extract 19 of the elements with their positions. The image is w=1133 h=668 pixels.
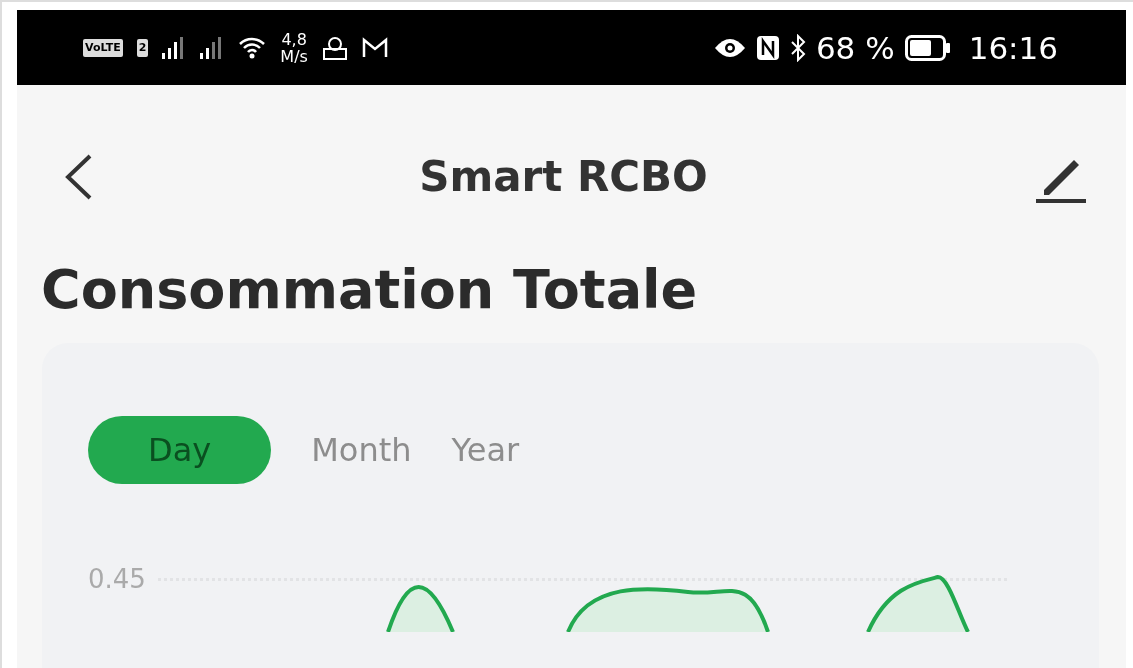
bluetooth-icon [789,33,806,62]
battery-percent: 68 % [815,29,895,66]
wifi-icon [238,35,267,60]
speed-unit: M/s [280,47,308,65]
battery-icon [904,34,951,61]
eye-icon [713,37,746,58]
nfc-icon [755,34,780,61]
axis-tick-label: 0.45 [88,564,146,594]
volte-badge: VoLTE [83,38,123,57]
period-tab[interactable]: Year [451,416,520,484]
sim-badge: 2 [136,38,149,57]
back-icon[interactable] [65,153,93,200]
period-tab[interactable]: Day [88,416,272,484]
speed-value: 4,8 [281,30,307,48]
page-title: Smart RCBO [419,152,708,201]
clock-time: 16:16 [968,29,1058,66]
section-title: Consommation Totale [41,258,699,321]
gmail-icon [361,36,388,59]
period-tab[interactable]: Month [311,416,412,484]
